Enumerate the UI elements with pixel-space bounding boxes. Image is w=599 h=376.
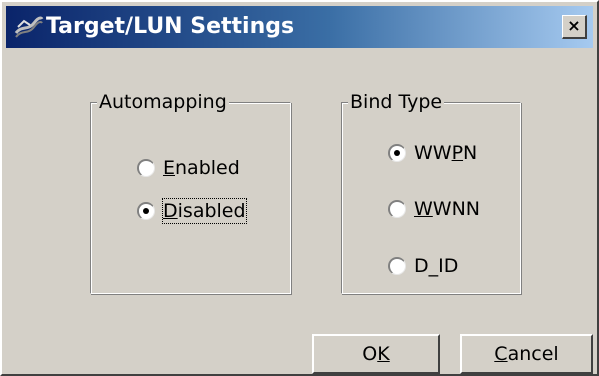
- bind-type-wwnn-radio[interactable]: WWNN: [388, 197, 508, 221]
- cancel-button[interactable]: Cancel: [460, 334, 593, 374]
- radio-dot: [143, 208, 149, 214]
- radio-label-wwpn: WWPN: [414, 142, 478, 164]
- close-button[interactable]: ×: [562, 15, 587, 39]
- automapping-legend: Automapping: [97, 91, 229, 113]
- radio-label-disabled: Disabled: [162, 198, 247, 224]
- bind-type-wwpn-radio[interactable]: WWPN: [388, 141, 508, 165]
- automapping-disabled-radio[interactable]: Disabled: [137, 198, 267, 224]
- radio-circle: [388, 144, 406, 162]
- bind-type-legend: Bind Type: [348, 91, 445, 113]
- window-title: Target/LUN Settings: [46, 14, 295, 39]
- bind-type-did-radio[interactable]: D_ID: [388, 254, 508, 278]
- automapping-enabled-radio[interactable]: Enabled: [137, 156, 267, 180]
- radio-label-enabled: Enabled: [163, 157, 240, 179]
- close-icon: ×: [567, 16, 581, 35]
- automapping-group: Automapping Enabled Disabled: [90, 91, 291, 294]
- title-bar[interactable]: Target/LUN Settings ×: [6, 6, 593, 48]
- dialog-window: Target/LUN Settings × Automapping Enable…: [0, 0, 599, 376]
- radio-circle: [388, 200, 406, 218]
- radio-circle: [137, 202, 155, 220]
- radio-label-wwnn: WWNN: [414, 198, 481, 220]
- radio-dot: [394, 150, 400, 156]
- ok-button[interactable]: OK: [312, 334, 440, 374]
- radio-label-did: D_ID: [414, 255, 459, 277]
- radio-circle: [137, 159, 155, 177]
- bind-type-group: Bind Type WWPN WWNN D_ID: [341, 91, 521, 294]
- fibre-channel-icon: [14, 15, 44, 39]
- radio-circle: [388, 257, 406, 275]
